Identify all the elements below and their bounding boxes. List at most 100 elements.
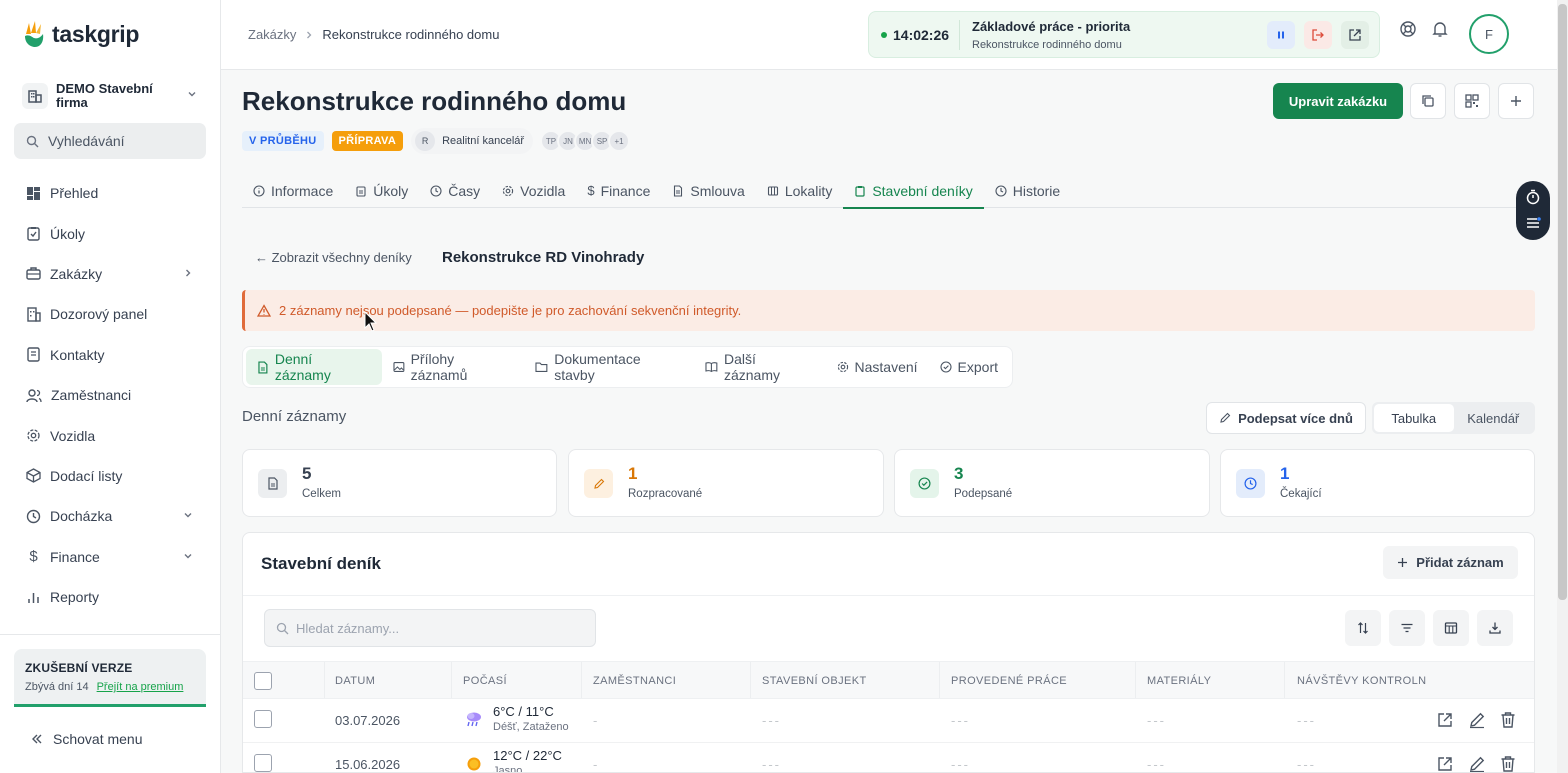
table-row[interactable]: 15.06.2026 12°C / 22°C Jasno - --- --- -…	[243, 743, 1534, 773]
sidebar-item-zakazky[interactable]: Zakázky	[14, 254, 206, 294]
users-icon	[26, 388, 42, 402]
edit-pencil-icon[interactable]	[1468, 711, 1486, 729]
user-avatar[interactable]: F	[1469, 14, 1509, 54]
tab-lokality[interactable]: Lokality	[756, 174, 843, 207]
chevron-right-icon	[307, 31, 312, 38]
tab-vozidla[interactable]: Vozidla	[491, 174, 576, 207]
tab-historie[interactable]: Historie	[984, 174, 1071, 207]
page-scrollbar-thumb[interactable]	[1558, 4, 1567, 600]
duplicate-button[interactable]	[1410, 83, 1446, 119]
row-checkbox[interactable]	[254, 710, 272, 728]
subtab-nastaveni[interactable]: Nastavení	[826, 349, 929, 385]
view-toggle: Tabulka Kalendář	[1372, 402, 1535, 434]
company-switcher[interactable]: DEMO Stavební firma	[14, 76, 206, 116]
sidebar-item-zamestnanci[interactable]: Zaměstnanci	[14, 375, 206, 415]
subtab-export[interactable]: Export	[929, 349, 1009, 385]
sidebar-item-dodaci-listy[interactable]: Dodací listy	[14, 456, 206, 496]
double-chevron-left-icon	[32, 734, 42, 744]
tab-stavebni-deniky[interactable]: Stavební deníky	[843, 174, 984, 209]
sidebar-item-kontakty[interactable]: Kontakty	[14, 335, 206, 375]
column-header[interactable]: PROVEDENÉ PRÁCE	[951, 675, 1067, 687]
columns-button[interactable]	[1433, 610, 1469, 646]
external-link-icon[interactable]	[1436, 711, 1454, 729]
tab-finance[interactable]: $ Finance	[576, 174, 661, 207]
row-works: ---	[951, 713, 970, 728]
sidebar-item-finance[interactable]: $ Finance	[14, 537, 206, 577]
external-link-icon	[1349, 29, 1361, 41]
breadcrumb-link[interactable]: Zakázky	[248, 27, 296, 42]
history-icon	[995, 184, 1007, 197]
stat-card-in-progress: 1 Rozpracované	[568, 449, 884, 517]
trash-icon[interactable]	[1500, 711, 1516, 729]
subtab-label: Dokumentace stavby	[554, 351, 641, 383]
pencil-icon	[1220, 412, 1231, 423]
client-chip[interactable]: R Realitní kancelář	[411, 128, 534, 154]
sidebar-item-label: Dodací listy	[50, 467, 123, 484]
tab-label: Časy	[448, 182, 481, 199]
edit-pencil-icon[interactable]	[1468, 755, 1486, 773]
tab-informace[interactable]: Informace	[242, 174, 344, 207]
stat-value: 1	[628, 464, 638, 483]
floating-timer-widget[interactable]	[1516, 181, 1550, 240]
column-header[interactable]: POČASÍ	[463, 675, 507, 687]
sort-button[interactable]	[1345, 610, 1381, 646]
tab-casy[interactable]: Časy	[419, 174, 491, 207]
logo-leaf-icon	[25, 21, 44, 47]
view-calendar-option[interactable]: Kalendář	[1454, 404, 1534, 432]
timer-stop-button[interactable]	[1304, 21, 1332, 49]
bell-icon[interactable]	[1431, 20, 1449, 38]
subtab-dokumentace[interactable]: Dokumentace stavby	[524, 349, 694, 385]
help-lifebuoy-icon[interactable]	[1399, 20, 1417, 38]
sidebar-item-prehled[interactable]: Přehled	[14, 173, 206, 213]
view-table-option[interactable]: Tabulka	[1374, 404, 1454, 432]
back-to-diaries-link[interactable]: ← Zobrazit všechny deníky	[255, 250, 412, 265]
subtab-prilohy[interactable]: Přílohy záznamů	[382, 349, 525, 385]
timer-open-button[interactable]	[1341, 21, 1369, 49]
row-visits: ---	[1297, 713, 1316, 728]
sidebar-item-ukoly[interactable]: Úkoly	[14, 213, 206, 253]
dollar-icon: $	[587, 183, 595, 198]
timer-pause-button[interactable]	[1267, 21, 1295, 49]
column-header[interactable]: MATERIÁLY	[1147, 675, 1211, 687]
row-date: 15.06.2026	[335, 757, 401, 772]
hide-menu-button[interactable]: Schovat menu	[30, 731, 143, 747]
column-header[interactable]: NÁVŠTĚVY KONTROLN	[1297, 675, 1426, 687]
table-row[interactable]: 03.07.2026 6°C / 11°C Déšť, Zataženo - -…	[243, 699, 1534, 743]
row-materials: ---	[1147, 757, 1166, 772]
trash-icon[interactable]	[1500, 755, 1516, 773]
sidebar-search[interactable]: Vyhledávání	[14, 123, 206, 159]
column-header[interactable]: STAVEBNÍ OBJEKT	[762, 675, 867, 687]
stat-card-signed: 3 Podepsané	[894, 449, 1210, 517]
timer-time: 14:02:26	[893, 27, 950, 43]
tab-ukoly[interactable]: Úkoly	[344, 174, 419, 207]
tab-smlouva[interactable]: Smlouva	[661, 174, 755, 207]
column-header[interactable]: DATUM	[335, 675, 375, 687]
premium-link[interactable]: Přejít na premium	[97, 681, 184, 693]
folder-icon	[535, 362, 548, 372]
add-record-label: Přidat záznam	[1416, 555, 1504, 570]
select-all-checkbox[interactable]	[254, 672, 272, 690]
subtab-label: Denní záznamy	[274, 351, 331, 383]
records-search-input[interactable]: Hledat záznamy...	[264, 609, 596, 647]
logo[interactable]: taskgrip	[22, 20, 139, 48]
add-button[interactable]	[1498, 83, 1534, 119]
add-record-button[interactable]: Přidat záznam	[1383, 546, 1518, 579]
subtab-denni-zaznamy[interactable]: Denní záznamy	[246, 349, 382, 385]
qr-code-button[interactable]	[1454, 83, 1490, 119]
assigned-people[interactable]: TP JN MN SP +1	[540, 130, 631, 152]
search-icon	[276, 622, 289, 634]
table-header: DATUM POČASÍ ZAMĚSTNANCI STAVEBNÍ OBJEKT…	[243, 661, 1534, 699]
row-checkbox[interactable]	[254, 754, 272, 772]
sidebar-item-dozorovy-panel[interactable]: Dozorový panel	[14, 294, 206, 334]
subtab-dalsi-zaznamy[interactable]: Další záznamy	[694, 349, 825, 385]
external-link-icon[interactable]	[1436, 755, 1454, 773]
sidebar-item-dochazka[interactable]: Docházka	[14, 496, 206, 536]
edit-job-button[interactable]: Upravit zakázku	[1273, 83, 1403, 119]
download-button[interactable]	[1477, 610, 1513, 646]
sign-multiple-days-button[interactable]: Podepsat více dnů	[1206, 402, 1366, 434]
map-icon	[767, 185, 778, 196]
sidebar-item-vozidla[interactable]: Vozidla	[14, 415, 206, 455]
sidebar-item-reporty[interactable]: Reporty	[14, 577, 206, 617]
filter-button[interactable]	[1389, 610, 1425, 646]
column-header[interactable]: ZAMĚSTNANCI	[593, 675, 676, 687]
